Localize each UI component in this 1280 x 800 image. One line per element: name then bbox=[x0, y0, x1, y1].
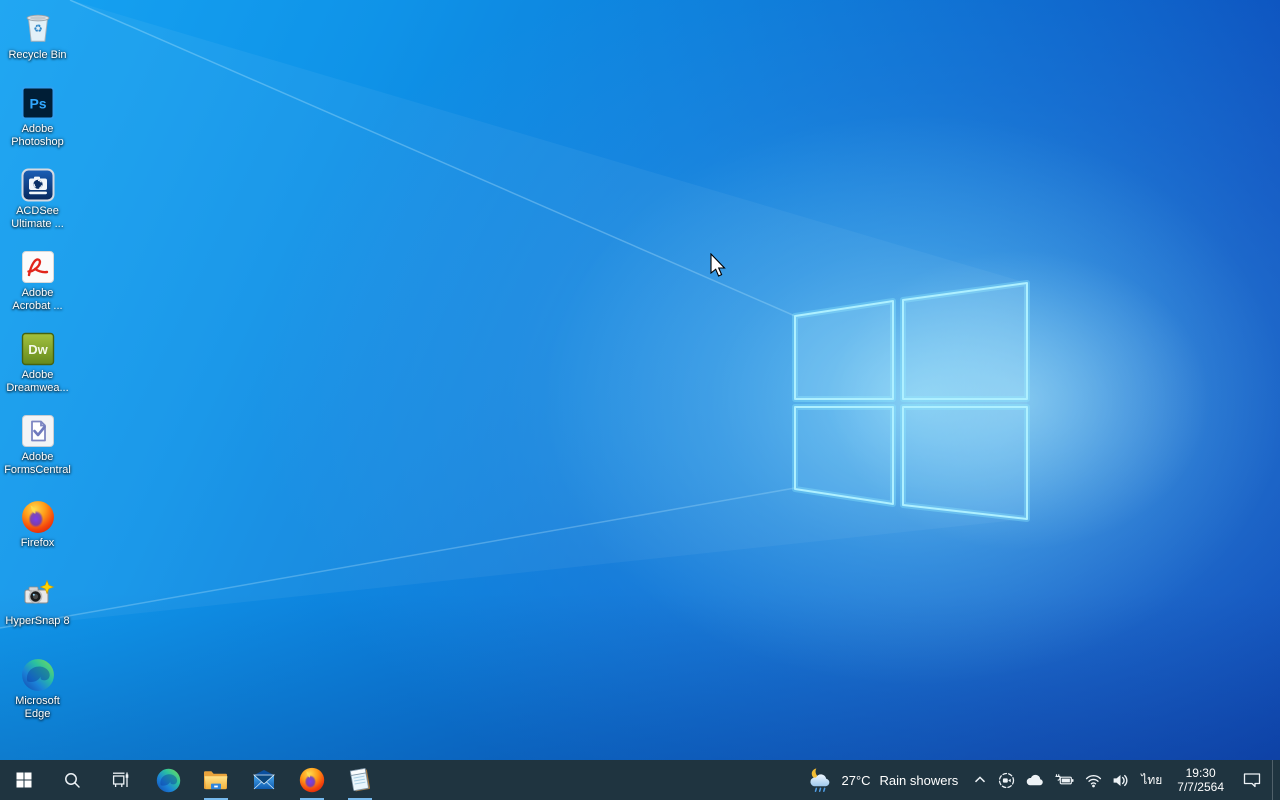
icon-label: ACDSee Ultimate ... bbox=[3, 205, 73, 231]
weather-temperature: 27°C bbox=[841, 773, 870, 788]
action-center-button[interactable] bbox=[1232, 760, 1272, 800]
speaker-icon bbox=[1112, 772, 1129, 789]
onedrive-cloud-icon bbox=[1025, 773, 1044, 788]
weather-widget[interactable]: 27°C Rain showers bbox=[798, 760, 967, 800]
task-view-button[interactable] bbox=[96, 760, 144, 800]
onedrive-button[interactable] bbox=[1020, 760, 1049, 800]
icon-label: Adobe FormsCentral bbox=[3, 451, 73, 477]
taskbar-clock[interactable]: 19:30 7/7/2564 bbox=[1169, 760, 1232, 800]
dreamweaver-icon: Dw bbox=[21, 332, 55, 366]
start-button[interactable] bbox=[0, 760, 48, 800]
icon-label: HyperSnap 8 bbox=[5, 615, 69, 628]
mail-icon bbox=[252, 769, 276, 791]
search-icon bbox=[63, 771, 81, 789]
photoshop-icon: Ps bbox=[21, 86, 55, 120]
desktop-icon-adobe-dreamweaver[interactable]: Dw Adobe Dreamwea... bbox=[0, 332, 75, 395]
desktop-icon-acdsee[interactable]: ACDSee Ultimate ... bbox=[0, 168, 75, 231]
icon-label: Microsoft Edge bbox=[3, 695, 73, 721]
hidden-icons-button[interactable] bbox=[967, 760, 993, 800]
taskbar-notepad-button[interactable] bbox=[336, 760, 384, 800]
meet-now-button[interactable] bbox=[993, 760, 1020, 800]
task-view-icon bbox=[111, 771, 129, 789]
notification-bubble-icon bbox=[1242, 771, 1262, 789]
meet-now-icon bbox=[998, 772, 1015, 789]
wifi-icon bbox=[1085, 772, 1102, 789]
taskbar-edge-button[interactable] bbox=[144, 760, 192, 800]
wallpaper-windows-logo bbox=[0, 0, 1280, 760]
edge-icon bbox=[21, 658, 55, 692]
start-icon bbox=[16, 772, 32, 788]
acdsee-icon bbox=[21, 168, 55, 202]
svg-text:Dw: Dw bbox=[28, 342, 48, 357]
icon-label: Adobe Dreamwea... bbox=[3, 369, 73, 395]
taskbar: 27°C Rain showers bbox=[0, 760, 1280, 800]
edge-icon bbox=[156, 768, 181, 793]
desktop-icon-recycle-bin[interactable]: ♻ Recycle Bin bbox=[0, 10, 75, 62]
icon-label: Firefox bbox=[21, 537, 55, 550]
rain-showers-night-icon bbox=[807, 768, 834, 793]
firefox-icon bbox=[299, 767, 325, 793]
icon-label: Adobe Acrobat ... bbox=[3, 287, 73, 313]
search-button[interactable] bbox=[48, 760, 96, 800]
system-tray: 27°C Rain showers bbox=[798, 760, 1280, 800]
taskbar-firefox-button[interactable] bbox=[288, 760, 336, 800]
weather-condition: Rain showers bbox=[880, 773, 959, 788]
desktop-icon-hypersnap[interactable]: HyperSnap 8 bbox=[0, 578, 75, 628]
desktop-icon-adobe-acrobat[interactable]: Adobe Acrobat ... bbox=[0, 250, 75, 313]
taskbar-mail-button[interactable] bbox=[240, 760, 288, 800]
clock-date: 7/7/2564 bbox=[1177, 780, 1224, 794]
formscentral-icon bbox=[21, 414, 55, 448]
recycle-bin-icon: ♻ bbox=[20, 10, 56, 46]
language-indicator[interactable]: ไทย bbox=[1134, 760, 1169, 800]
svg-text:Ps: Ps bbox=[29, 96, 46, 112]
wifi-button[interactable] bbox=[1080, 760, 1107, 800]
desktop-icon-adobe-formscentral[interactable]: Adobe FormsCentral bbox=[0, 414, 75, 477]
svg-text:♻: ♻ bbox=[33, 23, 42, 35]
chevron-up-icon bbox=[972, 772, 988, 788]
volume-button[interactable] bbox=[1107, 760, 1134, 800]
notepad-icon bbox=[347, 767, 373, 793]
battery-button[interactable] bbox=[1049, 760, 1080, 800]
desktop-icon-microsoft-edge[interactable]: Microsoft Edge bbox=[0, 658, 75, 721]
desktop[interactable]: ♻ Recycle Bin Ps Adobe Photoshop bbox=[0, 0, 1280, 760]
show-desktop-button[interactable] bbox=[1272, 760, 1280, 800]
desktop-icon-firefox[interactable]: Firefox bbox=[0, 500, 75, 550]
desktop-icon-adobe-photoshop[interactable]: Ps Adobe Photoshop bbox=[0, 86, 75, 149]
firefox-icon bbox=[21, 500, 55, 534]
hypersnap-icon bbox=[21, 578, 55, 612]
icon-label: Recycle Bin bbox=[8, 49, 66, 62]
icon-label: Adobe Photoshop bbox=[3, 123, 73, 149]
acrobat-icon bbox=[21, 250, 55, 284]
battery-charging-icon bbox=[1054, 772, 1075, 788]
taskbar-file-explorer-button[interactable] bbox=[192, 760, 240, 800]
file-explorer-icon bbox=[203, 768, 229, 792]
clock-time: 19:30 bbox=[1177, 766, 1224, 780]
